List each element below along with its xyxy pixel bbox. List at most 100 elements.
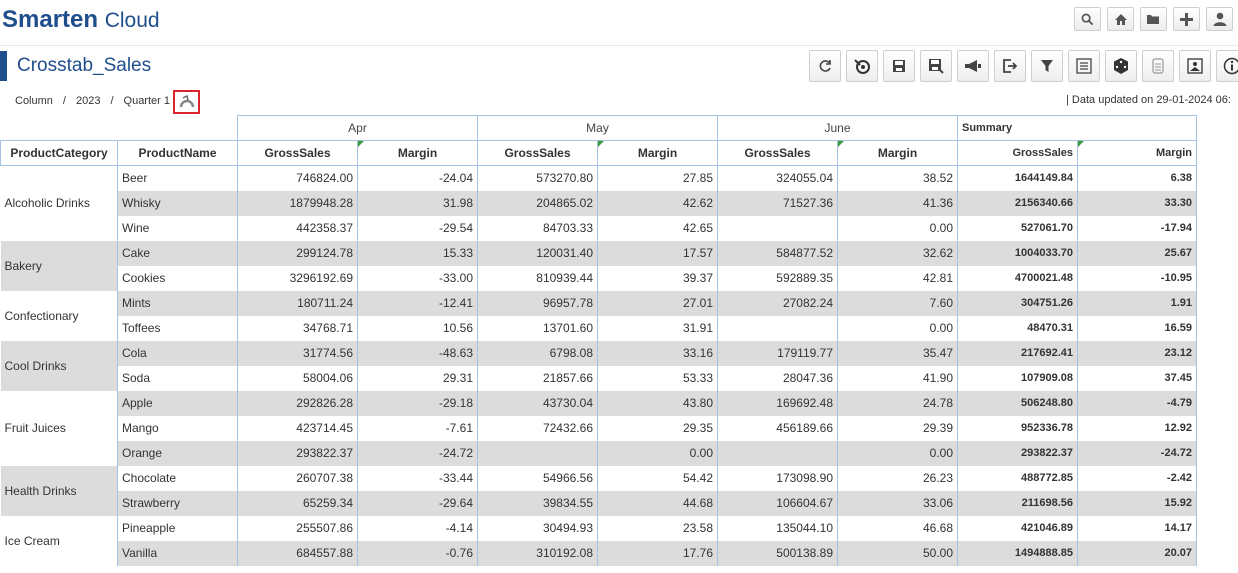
export-icon[interactable] bbox=[994, 50, 1026, 82]
save-icon[interactable] bbox=[883, 50, 915, 82]
margin-cell: 43.80 bbox=[597, 390, 718, 416]
margin-cell: -12.41 bbox=[357, 290, 478, 316]
search-icon[interactable] bbox=[1074, 7, 1101, 31]
list-icon[interactable] bbox=[1068, 50, 1100, 82]
plus-icon[interactable] bbox=[1173, 7, 1200, 31]
cube-icon[interactable] bbox=[1105, 50, 1137, 82]
gross-sales-cell: 1879948.28 bbox=[237, 190, 358, 216]
gross-sales-cell: 1004033.70 bbox=[957, 240, 1078, 266]
breadcrumb-quarter[interactable]: Quarter 1 bbox=[124, 95, 170, 107]
announce-icon[interactable] bbox=[957, 50, 989, 82]
col-header-may-gross-sales[interactable]: GrossSales bbox=[477, 140, 598, 166]
refresh-icon[interactable] bbox=[809, 50, 841, 82]
product-name-cell[interactable]: Cola bbox=[117, 340, 238, 366]
product-name-cell[interactable]: Apple bbox=[117, 390, 238, 416]
product-name-cell[interactable]: Chocolate bbox=[117, 465, 238, 491]
folder-icon[interactable] bbox=[1140, 7, 1167, 31]
gross-sales-cell: 107909.08 bbox=[957, 365, 1078, 391]
product-category-cell[interactable]: Alcoholic Drinks bbox=[0, 165, 118, 241]
margin-cell: 27.01 bbox=[597, 290, 718, 316]
gross-sales-cell: 324055.04 bbox=[717, 165, 838, 191]
info-icon[interactable] bbox=[1216, 50, 1238, 82]
gross-sales-cell: 293822.37 bbox=[957, 440, 1078, 466]
margin-cell: 39.37 bbox=[597, 265, 718, 291]
gross-sales-cell: 54966.56 bbox=[477, 465, 598, 491]
month-header-may[interactable]: May bbox=[477, 115, 718, 141]
product-name-cell[interactable]: Strawberry bbox=[117, 490, 238, 516]
sort-indicator bbox=[1078, 141, 1084, 147]
col-header-label: Margin bbox=[1155, 147, 1192, 159]
margin-cell: -24.04 bbox=[357, 165, 478, 191]
table-row: Alcoholic Drinks Beer 746824.00 -24.04 57327… bbox=[0, 165, 1197, 241]
margin-cell: -29.54 bbox=[357, 215, 478, 241]
table-row: Health Drinks Chocolate 260707.38 -33.44 549… bbox=[0, 465, 1197, 516]
gross-sales-cell bbox=[477, 440, 598, 466]
drill-up-button[interactable] bbox=[173, 90, 200, 114]
product-name-cell[interactable]: Whisky bbox=[117, 190, 238, 216]
col-header-product-name[interactable]: ProductName bbox=[117, 140, 238, 166]
product-name-cell[interactable]: Pineapple bbox=[117, 515, 238, 541]
gross-sales-cell: 293822.37 bbox=[237, 440, 358, 466]
product-name-cell[interactable]: Cookies bbox=[117, 265, 238, 291]
gross-sales-cell: 4700021.48 bbox=[957, 265, 1078, 291]
product-name-cell[interactable]: Cake bbox=[117, 240, 238, 266]
col-header-summary-margin[interactable]: Margin bbox=[1077, 140, 1197, 166]
col-header-summary-gross-sales[interactable]: GrossSales bbox=[957, 140, 1078, 166]
gross-sales-cell: 488772.85 bbox=[957, 465, 1078, 491]
gross-sales-cell: 260707.38 bbox=[237, 465, 358, 491]
col-header-apr-gross-sales[interactable]: GrossSales bbox=[237, 140, 358, 166]
product-name-cell[interactable]: Soda bbox=[117, 365, 238, 391]
col-header-product-category[interactable]: ProductCategory bbox=[0, 140, 118, 166]
margin-cell: 31.91 bbox=[597, 315, 718, 341]
product-category-cell[interactable]: Fruit Juices bbox=[0, 390, 118, 466]
table-row: Confectionary Mints 180711.24 -12.41 96957.7… bbox=[0, 290, 1197, 341]
gross-sales-cell: 179119.77 bbox=[717, 340, 838, 366]
gross-sales-cell: 2156340.66 bbox=[957, 190, 1078, 216]
save-as-icon[interactable] bbox=[920, 50, 952, 82]
product-name-cell[interactable]: Toffees bbox=[117, 315, 238, 341]
col-header-june-gross-sales[interactable]: GrossSales bbox=[717, 140, 838, 166]
product-category-cell[interactable]: Cool Drinks bbox=[0, 340, 118, 391]
col-header-june-margin[interactable]: Margin bbox=[837, 140, 958, 166]
gross-sales-cell: 456189.66 bbox=[717, 415, 838, 441]
image-icon[interactable] bbox=[1179, 50, 1211, 82]
product-category-cell[interactable]: Ice Cream bbox=[0, 515, 118, 566]
brand-suffix: Cloud bbox=[104, 9, 160, 32]
reset-icon[interactable] bbox=[846, 50, 878, 82]
gross-sales-cell: 3296192.69 bbox=[237, 265, 358, 291]
gross-sales-cell: 527061.70 bbox=[957, 215, 1078, 241]
product-name-cell[interactable]: Wine bbox=[117, 215, 238, 241]
product-name-cell[interactable]: Beer bbox=[117, 165, 238, 191]
product-category-cell[interactable]: Health Drinks bbox=[0, 465, 118, 516]
gross-sales-cell: 304751.26 bbox=[957, 290, 1078, 316]
product-name-cell[interactable]: Mints bbox=[117, 290, 238, 316]
product-category-cell[interactable]: Bakery bbox=[0, 240, 118, 291]
product-name-cell[interactable]: Orange bbox=[117, 440, 238, 466]
margin-cell: 42.62 bbox=[597, 190, 718, 216]
home-icon[interactable] bbox=[1107, 7, 1134, 31]
filter-icon[interactable] bbox=[1031, 50, 1063, 82]
col-header-may-margin[interactable]: Margin bbox=[597, 140, 718, 166]
product-name-cell[interactable]: Mango bbox=[117, 415, 238, 441]
top-nav-icons bbox=[1074, 7, 1233, 31]
data-icon[interactable] bbox=[1142, 50, 1174, 82]
breadcrumb-separator: / bbox=[110, 95, 114, 107]
gross-sales-cell: 292826.28 bbox=[237, 390, 358, 416]
product-name-cell[interactable]: Vanilla bbox=[117, 540, 238, 566]
margin-cell: -4.79 bbox=[1077, 390, 1197, 416]
gross-sales-cell: 506248.80 bbox=[957, 390, 1078, 416]
gross-sales-cell: 173098.90 bbox=[717, 465, 838, 491]
month-header-june[interactable]: June bbox=[717, 115, 958, 141]
month-header-apr[interactable]: Apr bbox=[237, 115, 478, 141]
table-row: Bakery Cake 299124.78 15.33 120031.40 17.57 58… bbox=[0, 240, 1197, 291]
col-header-label: Margin bbox=[877, 146, 918, 160]
breadcrumb-year[interactable]: 2023 bbox=[76, 95, 100, 107]
col-header-apr-margin[interactable]: Margin bbox=[357, 140, 478, 166]
gross-sales-cell: 684557.88 bbox=[237, 540, 358, 566]
user-icon[interactable] bbox=[1206, 7, 1233, 31]
gross-sales-cell: 106604.67 bbox=[717, 490, 838, 516]
breadcrumb-column[interactable]: Column bbox=[15, 95, 53, 107]
gross-sales-cell: 71527.36 bbox=[717, 190, 838, 216]
product-category-cell[interactable]: Confectionary bbox=[0, 290, 118, 341]
margin-cell: 33.16 bbox=[597, 340, 718, 366]
